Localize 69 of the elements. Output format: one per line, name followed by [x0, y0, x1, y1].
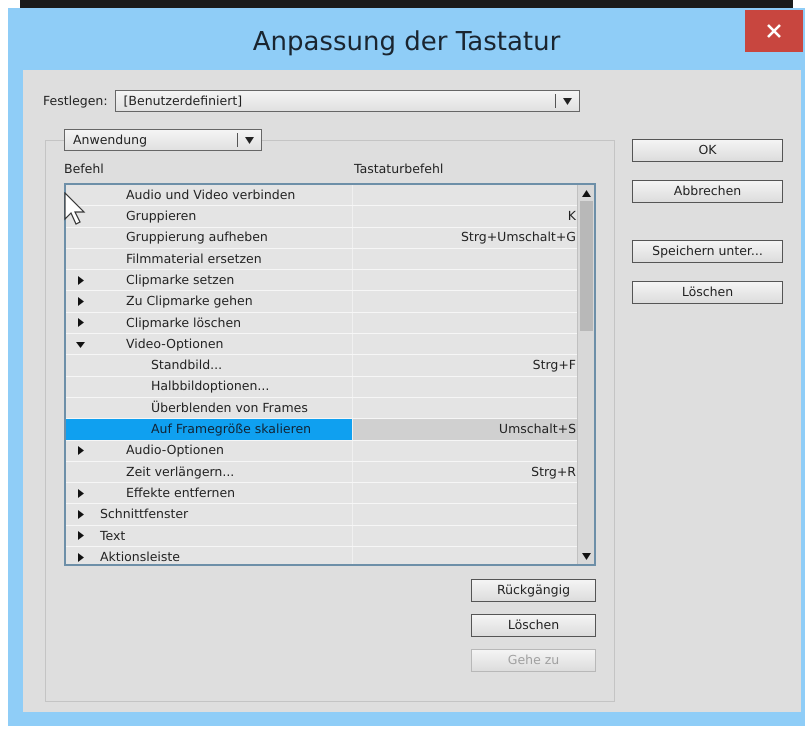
- tree-row[interactable]: Clipmarke setzen: [66, 270, 577, 292]
- dialog-button[interactable]: Rückgängig: [471, 579, 596, 602]
- command-label: Filmmaterial ersetzen: [126, 250, 262, 268]
- caret-right-icon[interactable]: [76, 531, 84, 540]
- close-button[interactable]: [745, 10, 803, 52]
- tree-row[interactable]: Clipmarke löschen: [66, 312, 577, 334]
- tree-row[interactable]: Auf Framegröße skalieren Umschalt+S: [66, 419, 577, 441]
- command-label: Schnittfenster: [100, 505, 188, 524]
- tree-row[interactable]: Text: [66, 526, 577, 548]
- close-icon: [766, 23, 782, 39]
- tree-row[interactable]: Schnittfenster: [66, 504, 577, 526]
- dialog-button[interactable]: OK: [632, 138, 783, 162]
- tree-row[interactable]: Halbbildoptionen...: [66, 376, 577, 398]
- dialog-button[interactable]: Speichern unter...: [632, 240, 783, 263]
- category-dropdown[interactable]: Anwendung: [64, 129, 262, 151]
- shortcut-text: Strg+Umschalt+G: [461, 228, 576, 246]
- column-header: Tastaturbefehl: [354, 160, 444, 178]
- caret-right-icon[interactable]: [76, 510, 84, 520]
- dialog-button[interactable]: Abbrechen: [632, 180, 783, 203]
- tree-row[interactable]: Gruppierung aufheben Strg+Umschalt+G: [66, 228, 577, 249]
- caret-right-icon[interactable]: [76, 552, 84, 562]
- command-label: Clipmarke setzen: [126, 270, 234, 289]
- tree-row[interactable]: Gruppieren K: [66, 206, 577, 228]
- command-label: Gruppieren: [126, 207, 196, 226]
- caret-down-icon: [245, 136, 254, 144]
- tree-row[interactable]: Überblenden von Frames: [66, 398, 577, 420]
- tree-row[interactable]: Video-Optionen: [66, 334, 577, 356]
- shortcut-text: Strg+F: [532, 356, 576, 374]
- scroll-up-icon[interactable]: [582, 190, 590, 197]
- command-label: Zeit verlängern...: [126, 462, 234, 481]
- window-title: Anpassung der Tastatur: [252, 26, 560, 58]
- tree-row[interactable]: Filmmaterial ersetzen: [66, 248, 577, 270]
- caret-right-icon[interactable]: [76, 297, 84, 306]
- shortcut-text: Umschalt+S: [498, 420, 576, 438]
- preset-dropdown[interactable]: [Benutzerdefiniert]: [114, 90, 580, 112]
- command-label: Audio-Optionen: [126, 441, 224, 460]
- mouse-pointer-icon: [64, 192, 88, 226]
- dialog-button[interactable]: Löschen: [632, 280, 783, 304]
- scrollbar[interactable]: [577, 185, 594, 564]
- command-label: Überblenden von Frames: [151, 398, 308, 417]
- scroll-down-icon[interactable]: [582, 553, 590, 560]
- scroll-thumb[interactable]: [580, 201, 592, 331]
- caret-down-icon: [562, 98, 572, 104]
- dialog-button[interactable]: Löschen: [471, 614, 596, 637]
- command-label: Text: [100, 526, 126, 545]
- tree-row[interactable]: Zu Clipmarke gehen: [66, 291, 577, 313]
- command-label: Auf Framegröße skalieren: [151, 420, 312, 438]
- command-label: Clipmarke löschen: [126, 314, 242, 332]
- column-header: Befehl: [64, 160, 105, 178]
- tree-row[interactable]: Zeit verlängern... Strg+R: [66, 462, 577, 484]
- command-label: Zu Clipmarke gehen: [126, 292, 253, 310]
- caret-down-icon[interactable]: [76, 340, 84, 349]
- caret-right-icon[interactable]: [76, 446, 84, 456]
- shortcut-text: Strg+R: [531, 462, 576, 481]
- caret-right-icon[interactable]: [76, 276, 84, 285]
- tree-row[interactable]: Effekte entfernen: [66, 483, 577, 504]
- preset-label: Festlegen:: [43, 92, 108, 110]
- tree-row[interactable]: Standbild... Strg+F: [66, 355, 577, 377]
- command-label: Halbbildoptionen...: [151, 377, 270, 396]
- shortcut-text: K: [568, 207, 576, 226]
- caret-right-icon[interactable]: [76, 488, 84, 498]
- tree-row[interactable]: Audio-Optionen: [66, 440, 577, 462]
- command-label: Audio und Video verbinden: [126, 186, 296, 204]
- command-label: Gruppierung aufheben: [126, 228, 268, 246]
- command-label: Standbild...: [151, 356, 222, 374]
- command-label: Aktionsleiste: [100, 548, 180, 564]
- caret-right-icon[interactable]: [76, 318, 84, 328]
- command-label: Effekte entfernen: [126, 484, 236, 502]
- command-label: Video-Optionen: [126, 334, 224, 353]
